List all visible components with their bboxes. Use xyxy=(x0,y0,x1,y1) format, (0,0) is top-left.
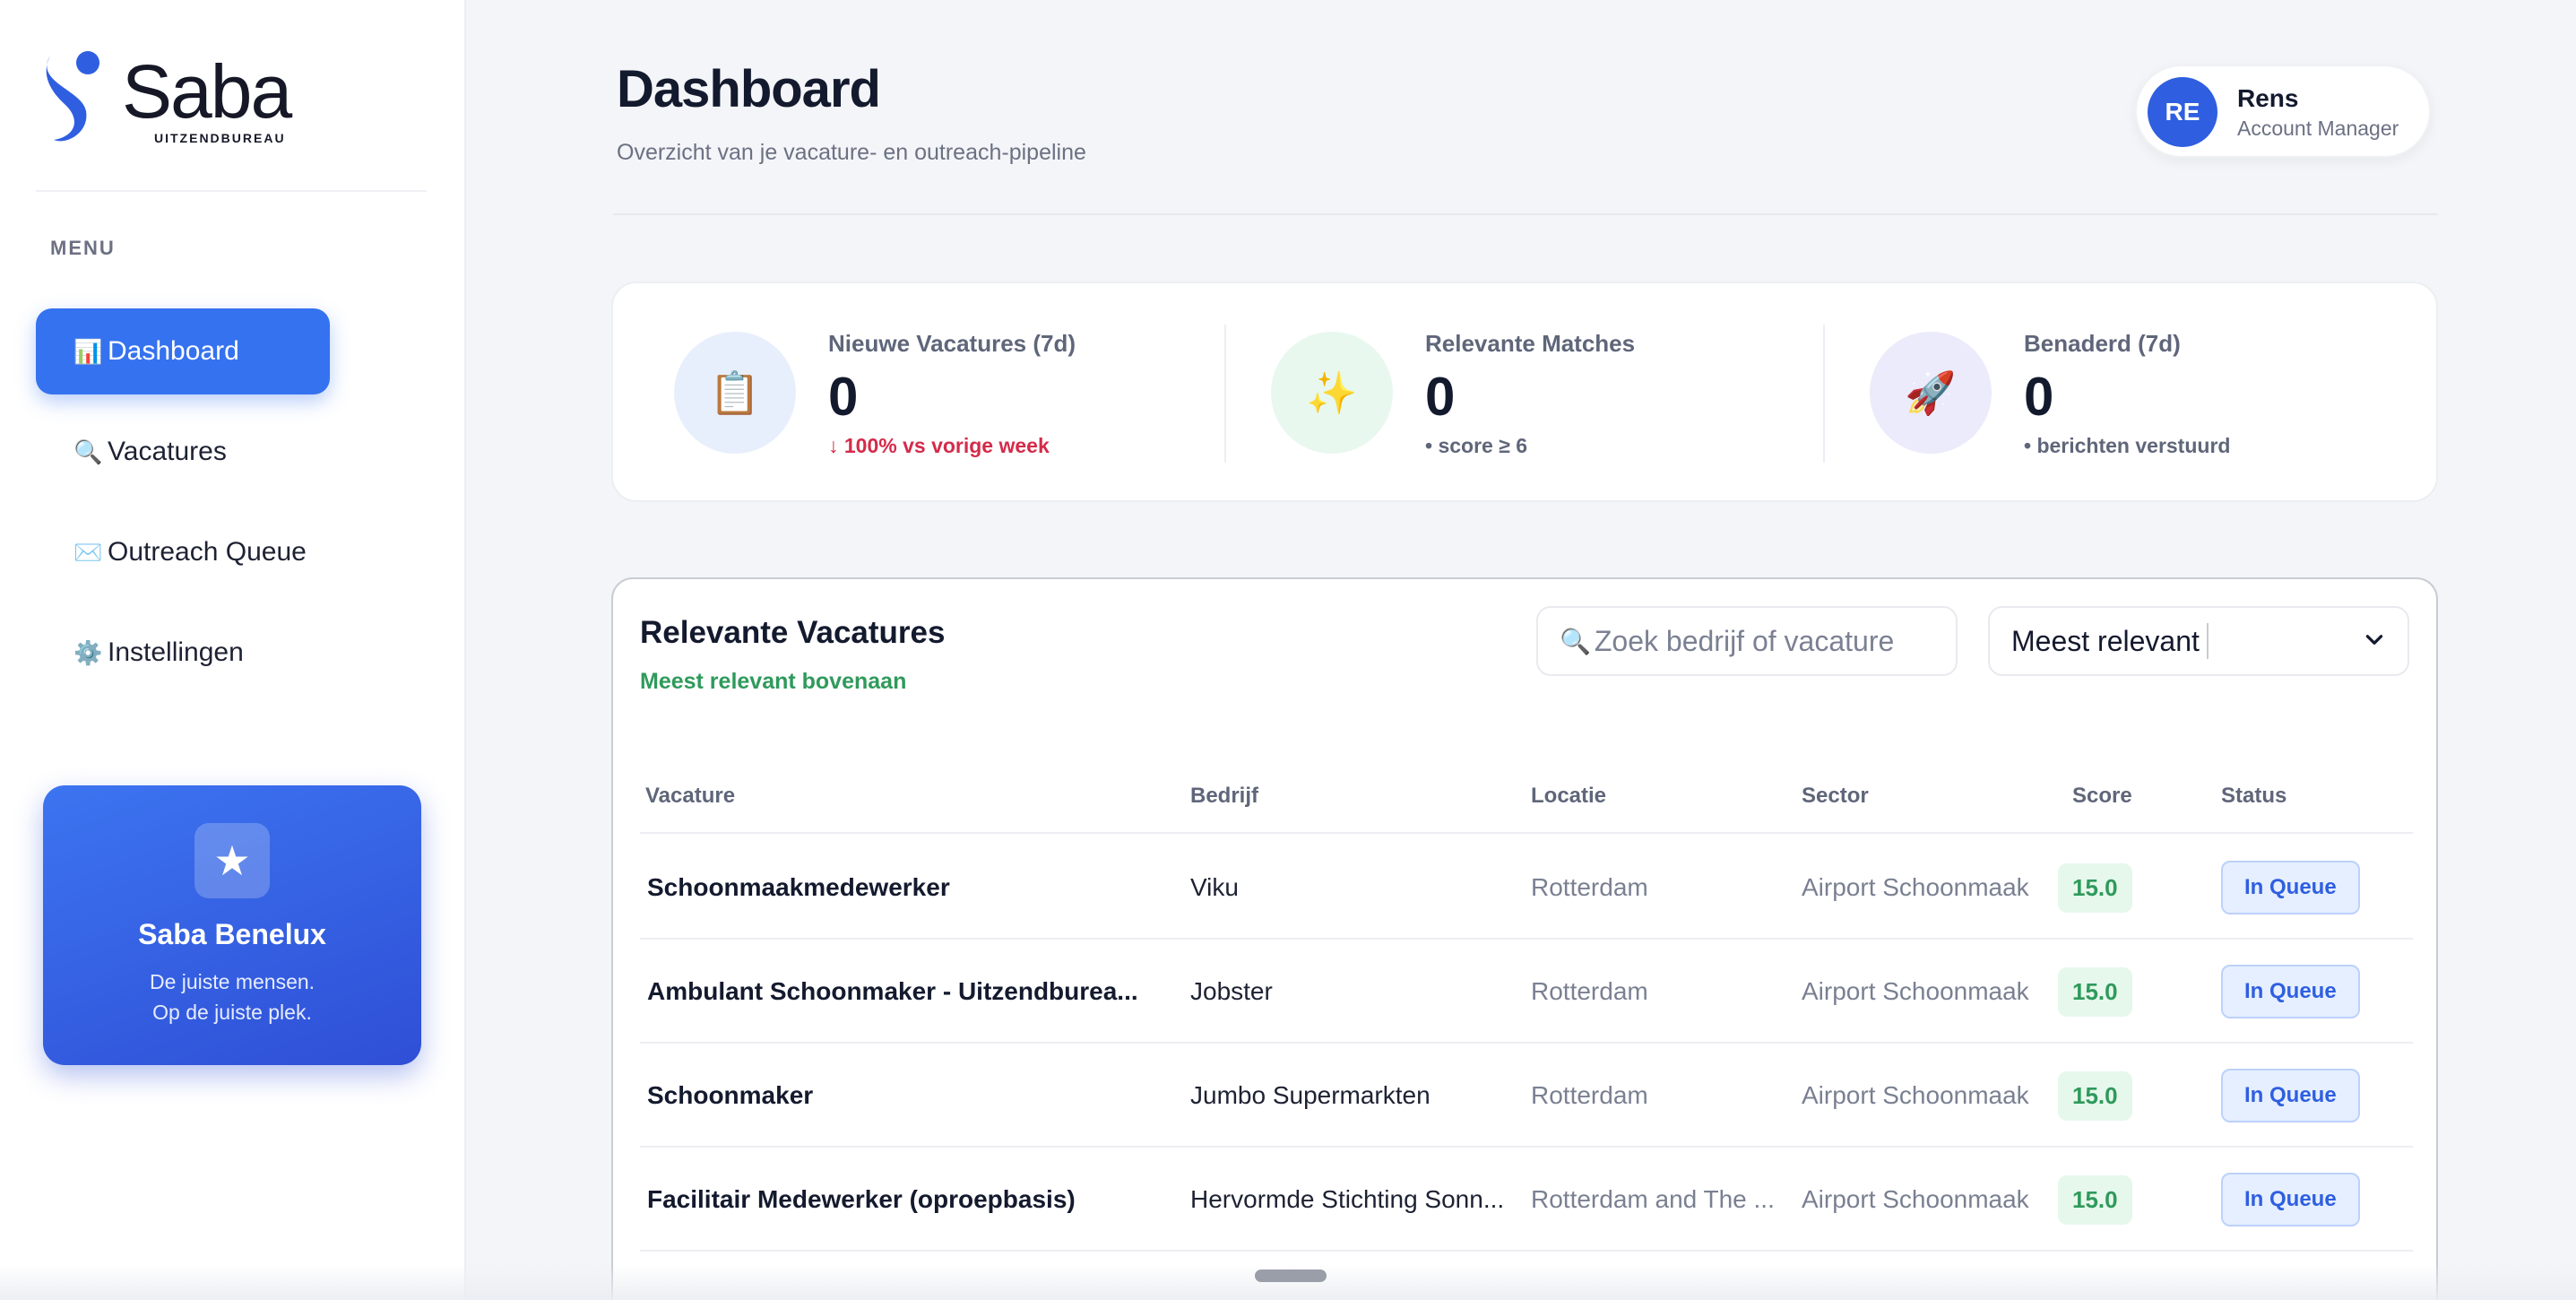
stat-note: • berichten verstuurd xyxy=(2024,434,2231,457)
score-badge: 15.0 xyxy=(2058,966,2132,1017)
cell-locatie: Rotterdam xyxy=(1531,873,1648,901)
user-role: Account Manager xyxy=(2237,117,2399,140)
sidebar-item-label: Dashboard xyxy=(108,336,239,366)
column-header-sector[interactable]: Sector xyxy=(1802,784,1869,809)
panel-title: Relevante Vacatures xyxy=(640,615,946,650)
cell-sector: Airport Schoonmaak xyxy=(1802,977,2029,1005)
status-badge[interactable]: In Queue xyxy=(2221,965,2360,1018)
status-badge[interactable]: In Queue xyxy=(2221,1069,2360,1122)
promo-tagline-2: Op de juiste plek. xyxy=(152,1001,312,1024)
brand-logo[interactable]: Saba UITZENDBUREAU xyxy=(39,47,308,154)
rocket-icon: 🚀 xyxy=(1870,332,1992,454)
cell-vacature: Schoonmaakmedewerker xyxy=(647,873,950,901)
search-icon: 🔍 xyxy=(73,438,103,465)
cell-sector: Airport Schoonmaak xyxy=(1802,1185,2029,1213)
table-row[interactable]: Schoonmaker Jumbo Supermarkten Rotterdam… xyxy=(640,1044,2413,1148)
score-badge: 15.0 xyxy=(2058,1174,2132,1225)
promo-tagline-1: De juiste mensen. xyxy=(149,970,316,993)
chart-icon: 📊 xyxy=(73,337,103,365)
sidebar-item-vacatures[interactable]: 🔍 Vacatures xyxy=(36,409,330,495)
user-name: Rens xyxy=(2237,84,2299,112)
sidebar: Saba UITZENDBUREAU MENU 📊 Dashboard 🔍 Va… xyxy=(0,0,466,1300)
cell-vacature: Schoonmaker xyxy=(647,1081,814,1109)
cell-bedrijf: Viku xyxy=(1190,873,1239,901)
gear-icon: ⚙️ xyxy=(73,638,103,666)
brand-subtitle: UITZENDBUREAU xyxy=(154,131,286,145)
column-header-status[interactable]: Status xyxy=(2221,784,2286,809)
relevant-vacancies-panel: Relevante Vacatures Meest relevant boven… xyxy=(611,577,2438,1300)
table-row[interactable]: Schoonmaakmedewerker Viku Rotterdam Airp… xyxy=(640,836,2413,940)
score-badge: 15.0 xyxy=(2058,862,2132,913)
stat-value: 0 xyxy=(2024,367,2054,427)
text-cursor xyxy=(2206,623,2209,659)
user-profile-chip[interactable]: RE Rens Account Manager xyxy=(2135,65,2431,158)
sidebar-item-dashboard[interactable]: 📊 Dashboard xyxy=(36,308,330,394)
avatar: RE xyxy=(2148,77,2217,147)
envelope-icon: ✉️ xyxy=(73,538,103,566)
saba-logo-icon xyxy=(46,51,99,142)
stat-label: Relevante Matches xyxy=(1425,330,1636,357)
column-header-bedrijf[interactable]: Bedrijf xyxy=(1190,784,1258,809)
status-badge[interactable]: In Queue xyxy=(2221,1173,2360,1226)
sidebar-item-label: Vacatures xyxy=(108,437,227,466)
search-icon: 🔍 xyxy=(1560,627,1591,655)
sort-select-value: Meest relevant xyxy=(2011,624,2200,657)
sidebar-divider xyxy=(36,190,427,192)
sidebar-item-instellingen[interactable]: ⚙️ Instellingen xyxy=(36,610,330,696)
column-header-score[interactable]: Score xyxy=(2072,784,2132,809)
table-header: Vacature Bedrijf Locatie Sector Score St… xyxy=(640,784,2413,834)
promo-card: ★ Saba Benelux De juiste mensen. Op de j… xyxy=(43,785,421,1065)
sparkles-icon: ✨ xyxy=(1271,332,1393,454)
sidebar-item-outreach-queue[interactable]: ✉️ Outreach Queue xyxy=(36,509,330,595)
menu-heading: MENU xyxy=(50,237,116,259)
stat-label: Nieuwe Vacatures (7d) xyxy=(828,330,1076,357)
header-divider xyxy=(613,213,2438,215)
search-input[interactable]: 🔍 Zoek bedrijf of vacature xyxy=(1536,606,1958,676)
cell-bedrijf: Hervormde Stichting Sonn... xyxy=(1190,1185,1505,1213)
cell-sector: Airport Schoonmaak xyxy=(1802,1081,2029,1109)
clipboard-icon: 📋 xyxy=(674,332,796,454)
chevron-down-icon xyxy=(2365,635,2383,645)
stat-note: • score ≥ 6 xyxy=(1425,434,1528,457)
star-icon: ★ xyxy=(194,823,270,898)
stat-value: 0 xyxy=(1425,367,1456,427)
table-row[interactable]: Facilitair Medewerker (oproepbasis) Herv… xyxy=(640,1148,2413,1252)
cell-locatie: Rotterdam xyxy=(1531,977,1648,1005)
cell-vacature: Ambulant Schoonmaker - Uitzendburea... xyxy=(647,977,1138,1005)
stat-label: Benaderd (7d) xyxy=(2024,330,2181,357)
stats-card: 📋 Nieuwe Vacatures (7d) 0 ↓ 100% vs vori… xyxy=(611,282,2438,502)
stat-new-vacancies: 📋 Nieuwe Vacatures (7d) 0 ↓ 100% vs vori… xyxy=(613,283,1210,504)
cell-sector: Airport Schoonmaak xyxy=(1802,873,2029,901)
page-subtitle: Overzicht van je vacature- en outreach-p… xyxy=(617,140,1086,165)
stat-relevant-matches: ✨ Relevante Matches 0 • score ≥ 6 xyxy=(1210,283,1807,504)
cell-bedrijf: Jumbo Supermarkten xyxy=(1190,1081,1431,1109)
panel-subtitle: Meest relevant bovenaan xyxy=(640,669,907,694)
table-row[interactable]: Ambulant Schoonmaker - Uitzendburea... J… xyxy=(640,940,2413,1044)
scroll-handle[interactable] xyxy=(1255,1270,1327,1282)
column-header-locatie[interactable]: Locatie xyxy=(1531,784,1606,809)
cell-vacature: Facilitair Medewerker (oproepbasis) xyxy=(647,1185,1076,1213)
sidebar-item-label: Outreach Queue xyxy=(108,537,307,567)
sort-select[interactable]: Meest relevant xyxy=(1988,606,2409,676)
cell-locatie: Rotterdam xyxy=(1531,1081,1648,1109)
cell-bedrijf: Jobster xyxy=(1190,977,1273,1005)
sidebar-item-label: Instellingen xyxy=(108,637,244,667)
column-header-vacature[interactable]: Vacature xyxy=(645,784,735,809)
cell-locatie: Rotterdam and The ... xyxy=(1531,1185,1775,1213)
search-placeholder: Zoek bedrijf of vacature xyxy=(1594,624,1895,657)
stat-contacted: 🚀 Benaderd (7d) 0 • berichten verstuurd xyxy=(1809,283,2406,504)
promo-title: Saba Benelux xyxy=(138,918,326,950)
page-title: Dashboard xyxy=(617,60,881,118)
stat-value: 0 xyxy=(828,367,859,427)
brand-name: Saba xyxy=(122,49,292,134)
score-badge: 15.0 xyxy=(2058,1070,2132,1121)
stat-trend: ↓ 100% vs vorige week xyxy=(828,434,1050,457)
status-badge[interactable]: In Queue xyxy=(2221,861,2360,914)
